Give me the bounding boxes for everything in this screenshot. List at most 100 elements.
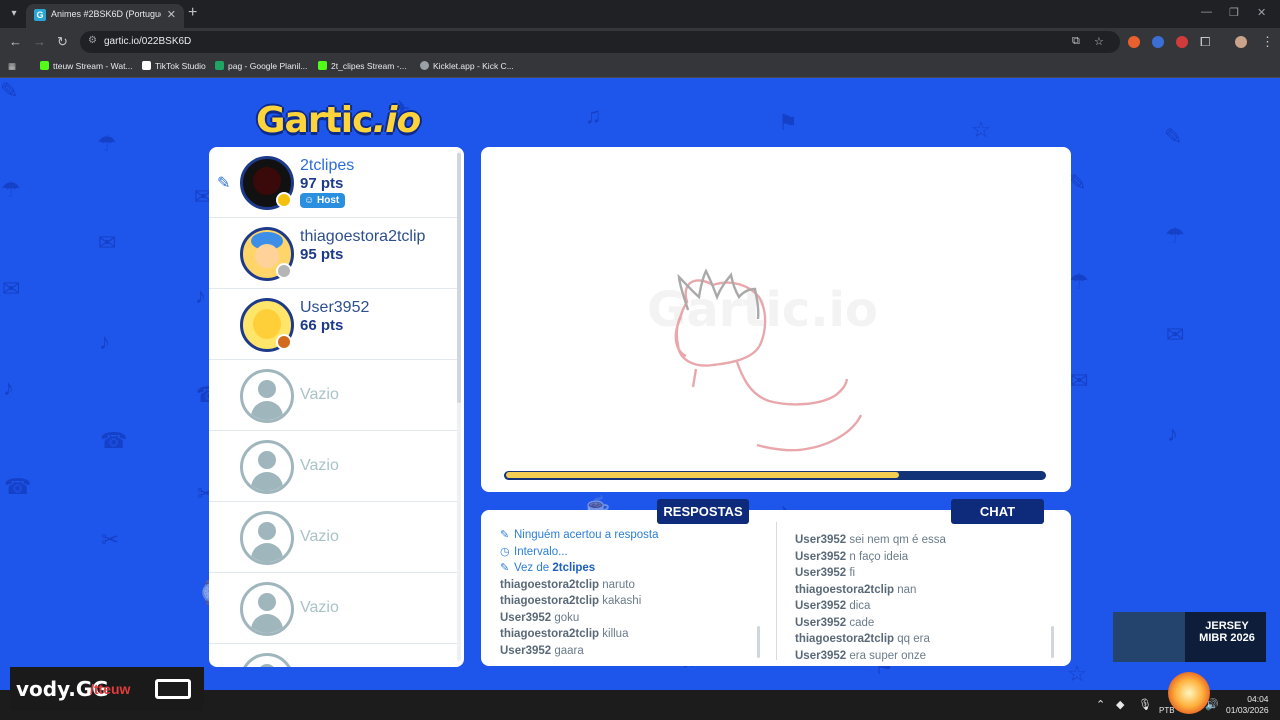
- answer-message: thiagoestora2tclip killua: [500, 628, 629, 640]
- background-doodle-icon: ♪: [3, 375, 14, 400]
- app-tray-icon[interactable]: ◆: [1116, 698, 1124, 711]
- empty-slot-label: Vazio: [300, 386, 339, 403]
- gartic-logo[interactable]: Gartic.io: [256, 100, 421, 141]
- explosion-overlay-icon: [1168, 672, 1210, 714]
- pencil-icon: ✎: [500, 529, 510, 541]
- player-name: User3952: [300, 299, 370, 316]
- minimize-icon[interactable]: —: [1201, 6, 1212, 18]
- panel-divider: [776, 522, 777, 660]
- empty-avatar-icon: [240, 440, 294, 494]
- empty-avatar-icon: [240, 369, 294, 423]
- chat-scrollbar[interactable]: [1051, 626, 1054, 658]
- vody-username: /tteuw: [90, 681, 131, 697]
- chat-message: User3952 era super onze: [795, 649, 927, 662]
- empty-slot: Vazio: [209, 360, 459, 431]
- background-doodle-icon: ☆: [971, 117, 991, 142]
- bookmark-item[interactable]: TikTok Studio: [142, 61, 206, 71]
- sheets-icon: [215, 61, 224, 70]
- background-doodle-icon: ✉: [1070, 368, 1089, 393]
- background-doodle-icon: ☎: [4, 474, 32, 499]
- gartic-page: ✎☂✉♪☎✂⌚☕✈♫⚑☆✎☂✉♪☎✂⌚☕✈♫⚑☆✎☂✉♪☎✂⌚☕✈♫⚑☆✎☂✉♪…: [0, 78, 1280, 690]
- close-window-icon[interactable]: ✕: [1257, 6, 1266, 19]
- player-points: 95 pts: [300, 246, 344, 263]
- pencil-icon: ✎: [217, 175, 231, 192]
- close-tab-icon[interactable]: ✕: [167, 8, 176, 21]
- apps-grid-icon[interactable]: ▦: [8, 61, 16, 72]
- chat-message: thiagoestora2tclip nan: [795, 583, 917, 596]
- chat-list[interactable]: User3952 sei nem qm é essa User3952 n fa…: [795, 532, 946, 664]
- ad-image: [1113, 612, 1185, 662]
- forward-icon[interactable]: →: [33, 34, 46, 49]
- menu-kebab-icon[interactable]: ⋮: [1261, 34, 1274, 50]
- maximize-icon[interactable]: ❐: [1229, 6, 1239, 19]
- kicklet-icon: [420, 61, 429, 70]
- pencil-icon: ✎: [500, 562, 510, 574]
- system-message: ✎ Vez de 2tclipes: [500, 560, 658, 577]
- player-row[interactable]: ✎ 2tclipes 97 pts ☺ Host: [209, 147, 459, 218]
- profile-avatar[interactable]: [1235, 36, 1247, 48]
- tiktok-icon: [142, 61, 151, 70]
- player-row[interactable]: thiagoestora2tclip 95 pts: [209, 218, 459, 289]
- clock[interactable]: 04:04 01/03/2026: [1226, 694, 1269, 716]
- extension-icon[interactable]: [1176, 36, 1188, 48]
- tab-chat[interactable]: CHAT: [951, 499, 1044, 524]
- microphone-icon[interactable]: 🎙: [1138, 698, 1152, 711]
- background-doodle-icon: ♫: [585, 103, 602, 128]
- bookmark-item[interactable]: 2t_clipes Stream -...: [318, 61, 407, 71]
- cast-icon[interactable]: ⧉: [1072, 35, 1080, 48]
- background-doodle-icon: ✉: [2, 276, 21, 301]
- reload-icon[interactable]: ↻: [57, 34, 68, 50]
- answers-chat-panel: RESPOSTAS CHAT ✎ Ninguém acertou a respos…: [481, 499, 1071, 666]
- bookmark-item[interactable]: pag - Google Planil...: [215, 61, 307, 71]
- bookmark-item[interactable]: Kicklet.app - Kick C...: [420, 61, 514, 71]
- answers-list[interactable]: ✎ Ninguém acertou a resposta ◷ Intervalo..…: [500, 527, 658, 659]
- back-icon[interactable]: ←: [9, 34, 22, 49]
- gartic-favicon-icon: G: [34, 9, 46, 21]
- background-doodle-icon: ♪: [99, 329, 110, 354]
- chevron-up-icon[interactable]: ⌃: [1096, 698, 1105, 711]
- extensions-puzzle-icon[interactable]: ⧠: [1200, 34, 1210, 50]
- chat-message: User3952 dica: [795, 600, 871, 612]
- empty-slot: Vazio: [209, 573, 459, 644]
- stroke-leg: [691, 368, 698, 388]
- avatar-face: [255, 244, 279, 268]
- new-tab-icon[interactable]: +: [188, 4, 197, 22]
- bookmark-star-icon[interactable]: ☆: [1094, 35, 1104, 48]
- url-text: gartic.io/022BSK6D: [104, 36, 192, 47]
- stroke-head: [675, 279, 767, 367]
- background-doodle-icon: ⚑: [778, 110, 798, 135]
- stroke-body: [735, 361, 849, 406]
- vody-watermark: vody.GG /tteuw: [10, 667, 204, 711]
- empty-slot: [209, 644, 459, 667]
- chat-message: User3952 fi: [795, 567, 856, 579]
- address-bar[interactable]: ⚙ gartic.io/022BSK6D ⧉ ☆: [80, 31, 1120, 53]
- extension-icon[interactable]: [1152, 36, 1164, 48]
- empty-slot-label: Vazio: [300, 599, 339, 616]
- extension-icon[interactable]: [1128, 36, 1140, 48]
- answer-message: thiagoestora2tclip kakashi: [500, 595, 642, 607]
- language-indicator[interactable]: PTB: [1159, 706, 1175, 715]
- bookmark-item[interactable]: tteuw Stream - Wat...: [40, 61, 133, 71]
- answers-scrollbar[interactable]: [757, 626, 760, 658]
- tab-search-icon[interactable]: ▾: [6, 6, 22, 22]
- empty-avatar-icon: [240, 653, 294, 667]
- background-doodle-icon: ♪: [195, 283, 206, 308]
- browser-toolbar: ← → ↻ ⚙ gartic.io/022BSK6D ⧉ ☆ ⧠ ⋮: [0, 28, 1280, 56]
- site-info-icon[interactable]: ⚙: [88, 35, 97, 46]
- answer-message: thiagoestora2tclip naruto: [500, 578, 635, 591]
- chat-message: thiagoestora2tclip qq era: [795, 633, 930, 645]
- browser-tab[interactable]: G Animes #2BSK6D (Português) - ✕: [26, 4, 184, 28]
- round-timer-bar: [504, 471, 1046, 480]
- players-scroll-thumb[interactable]: [457, 153, 461, 403]
- tab-answers[interactable]: RESPOSTAS: [657, 499, 749, 524]
- drawing-strokes: [674, 268, 863, 452]
- background-doodle-icon: ☂: [1, 177, 21, 202]
- drawing-canvas[interactable]: Gartic.io: [481, 147, 1071, 492]
- players-list[interactable]: ✎ 2tclipes 97 pts ☺ Host thiagoestora2tc…: [209, 147, 464, 667]
- host-badge: ☺ Host: [300, 193, 346, 208]
- status-dot: [276, 334, 292, 350]
- avatar-image: [253, 167, 281, 195]
- player-name: 2tclipes: [300, 157, 355, 174]
- background-doodle-icon: ✎: [1164, 124, 1183, 149]
- player-row[interactable]: User3952 66 pts: [209, 289, 459, 360]
